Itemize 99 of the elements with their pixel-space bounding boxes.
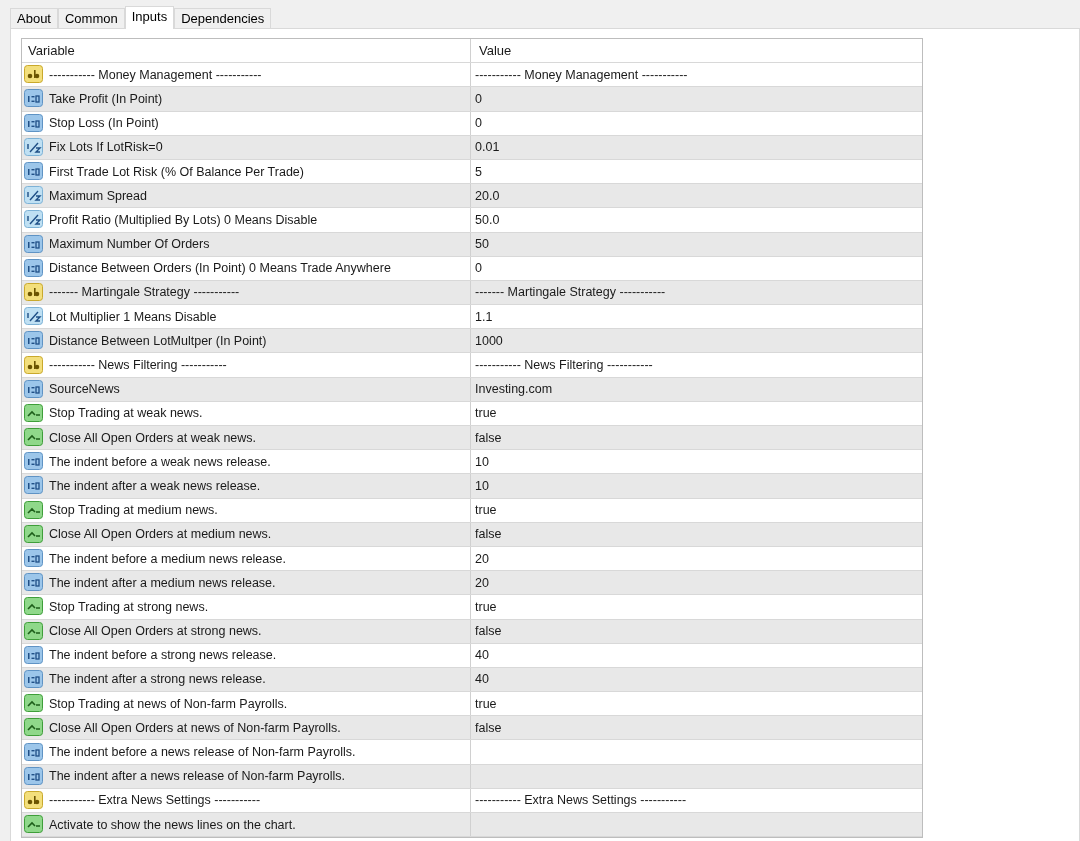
variable-name: Stop Loss (In Point) (49, 116, 159, 131)
variable-name: Profit Ratio (Multiplied By Lots) 0 Means Disable (49, 212, 318, 227)
variable-value[interactable]: 0 (475, 261, 482, 276)
variable-name: The indent before a weak news release. (49, 454, 271, 469)
fraction-type-icon (24, 186, 44, 206)
variable-value[interactable]: Investing.com (475, 382, 553, 397)
variable-name: SourceNews (49, 382, 120, 397)
variable-name: The indent after a weak news release. (49, 478, 261, 493)
variable-value[interactable]: 1000 (475, 333, 503, 348)
variable-value[interactable]: ------- Martingale Strategy ----------- (475, 285, 666, 300)
variable-value[interactable]: 40 (475, 672, 489, 687)
fraction-type-icon (24, 210, 44, 230)
variable-value[interactable]: 40 (475, 648, 489, 663)
variable-name: Distance Between LotMultper (In Point) (49, 333, 267, 348)
integer-type-icon (24, 766, 44, 786)
variable-name: Close All Open Orders at news of Non-farm Payrolls. (49, 720, 341, 735)
variable-name: Close All Open Orders at medium news. (49, 527, 272, 542)
integer-type-icon (24, 549, 44, 569)
variable-value[interactable]: false (475, 527, 502, 542)
variable-name: ----------- Extra News Settings ----------- (49, 793, 261, 808)
integer-type-icon (24, 113, 44, 133)
toggle-type-icon (24, 621, 44, 641)
variable-name: Close All Open Orders at strong news. (49, 624, 262, 639)
toggle-type-icon (24, 524, 44, 544)
integer-type-icon (24, 234, 44, 254)
variable-name: ----------- Money Management ----------- (49, 67, 262, 82)
string-type-icon (24, 65, 44, 85)
variable-name: Fix Lots If LotRisk=0 (49, 140, 163, 155)
integer-type-icon (24, 476, 44, 496)
column-header[interactable]: Variable (22, 39, 471, 63)
variable-name: Stop Trading at medium news. (49, 503, 218, 518)
variable-name: Lot Multiplier 1 Means Disable (49, 309, 217, 324)
integer-type-icon (24, 379, 44, 399)
variable-name: Close All Open Orders at weak news. (49, 430, 257, 445)
string-type-icon (24, 790, 44, 810)
variable-name: ------- Martingale Strategy ----------- (49, 285, 240, 300)
variable-value[interactable]: 0 (475, 91, 482, 106)
variable-name: Stop Trading at news of Non-farm Payrolls. (49, 696, 288, 711)
variable-name: First Trade Lot Risk (% Of Balance Per Trade) (49, 164, 304, 179)
toggle-type-icon (24, 500, 44, 520)
variable-name: Activate to show the news lines on the chart. (49, 817, 296, 832)
variable-name: Stop Trading at strong news. (49, 599, 209, 614)
variable-name: The indent before a strong news release. (49, 648, 277, 663)
variable-name: The indent after a medium news release. (49, 575, 276, 590)
tab[interactable]: Dependencies (174, 8, 272, 28)
variable-value[interactable]: 5 (475, 164, 482, 179)
integer-type-icon (24, 162, 44, 182)
integer-type-icon (24, 669, 44, 689)
variable-name: Maximum Number Of Orders (49, 237, 210, 252)
column-header[interactable]: Value (471, 39, 922, 63)
variable-name: The indent after a strong news release. (49, 672, 266, 687)
variable-value[interactable]: false (475, 624, 502, 639)
variable-value[interactable]: true (475, 406, 497, 421)
integer-type-icon (24, 645, 44, 665)
variable-value[interactable]: true (475, 599, 497, 614)
variable-name: The indent before a medium news release. (49, 551, 286, 566)
toggle-type-icon (24, 428, 44, 448)
integer-type-icon (24, 331, 44, 351)
integer-type-icon (24, 742, 44, 762)
variable-value[interactable]: 1.1 (475, 309, 493, 324)
variable-name: The indent before a news release of Non-farm Payrolls. (49, 745, 356, 760)
toggle-type-icon (24, 694, 44, 714)
variable-value[interactable]: 10 (475, 454, 489, 469)
variable-value[interactable]: 10 (475, 478, 489, 493)
string-type-icon (24, 355, 44, 375)
variable-name: The indent after a news release of Non-farm Payrolls. (49, 769, 345, 784)
fraction-type-icon (24, 137, 44, 157)
integer-type-icon (24, 258, 44, 278)
toggle-type-icon (24, 815, 44, 835)
variable-name: Stop Trading at weak news. (49, 406, 203, 421)
integer-type-icon (24, 89, 44, 109)
integer-type-icon (24, 452, 44, 472)
variable-value[interactable]: ----------- Money Management ----------- (475, 67, 688, 82)
variable-name: Maximum Spread (49, 188, 147, 203)
tab[interactable]: About (10, 8, 58, 28)
string-type-icon (24, 282, 44, 302)
integer-type-icon (24, 573, 44, 593)
toggle-type-icon (24, 403, 44, 423)
variable-value[interactable]: ----------- News Filtering ----------- (475, 358, 653, 373)
variable-name: Take Profit (In Point) (49, 91, 163, 106)
variable-value[interactable]: 0.01 (475, 140, 500, 155)
toggle-type-icon (24, 718, 44, 738)
variable-value[interactable]: false (475, 720, 502, 735)
fraction-type-icon (24, 307, 44, 327)
variable-value[interactable]: 20 (475, 551, 489, 566)
variable-value[interactable]: 20.0 (475, 188, 500, 203)
variable-value[interactable]: 50 (475, 237, 489, 252)
variable-name: ----------- News Filtering ----------- (49, 358, 227, 373)
tab[interactable]: Common (58, 8, 125, 28)
toggle-type-icon (24, 597, 44, 617)
variable-value[interactable]: true (475, 503, 497, 518)
variable-value[interactable]: ----------- Extra News Settings ----------- (475, 793, 687, 808)
variable-name: Distance Between Orders (In Point) 0 Means Trade Anywhere (49, 261, 391, 276)
tab[interactable]: Inputs (124, 6, 175, 29)
variable-value[interactable]: 50.0 (475, 212, 500, 227)
variable-value[interactable]: 20 (475, 575, 489, 590)
variable-value[interactable]: true (475, 696, 497, 711)
variable-value[interactable]: 0 (475, 116, 482, 131)
variable-value[interactable]: false (475, 430, 502, 445)
